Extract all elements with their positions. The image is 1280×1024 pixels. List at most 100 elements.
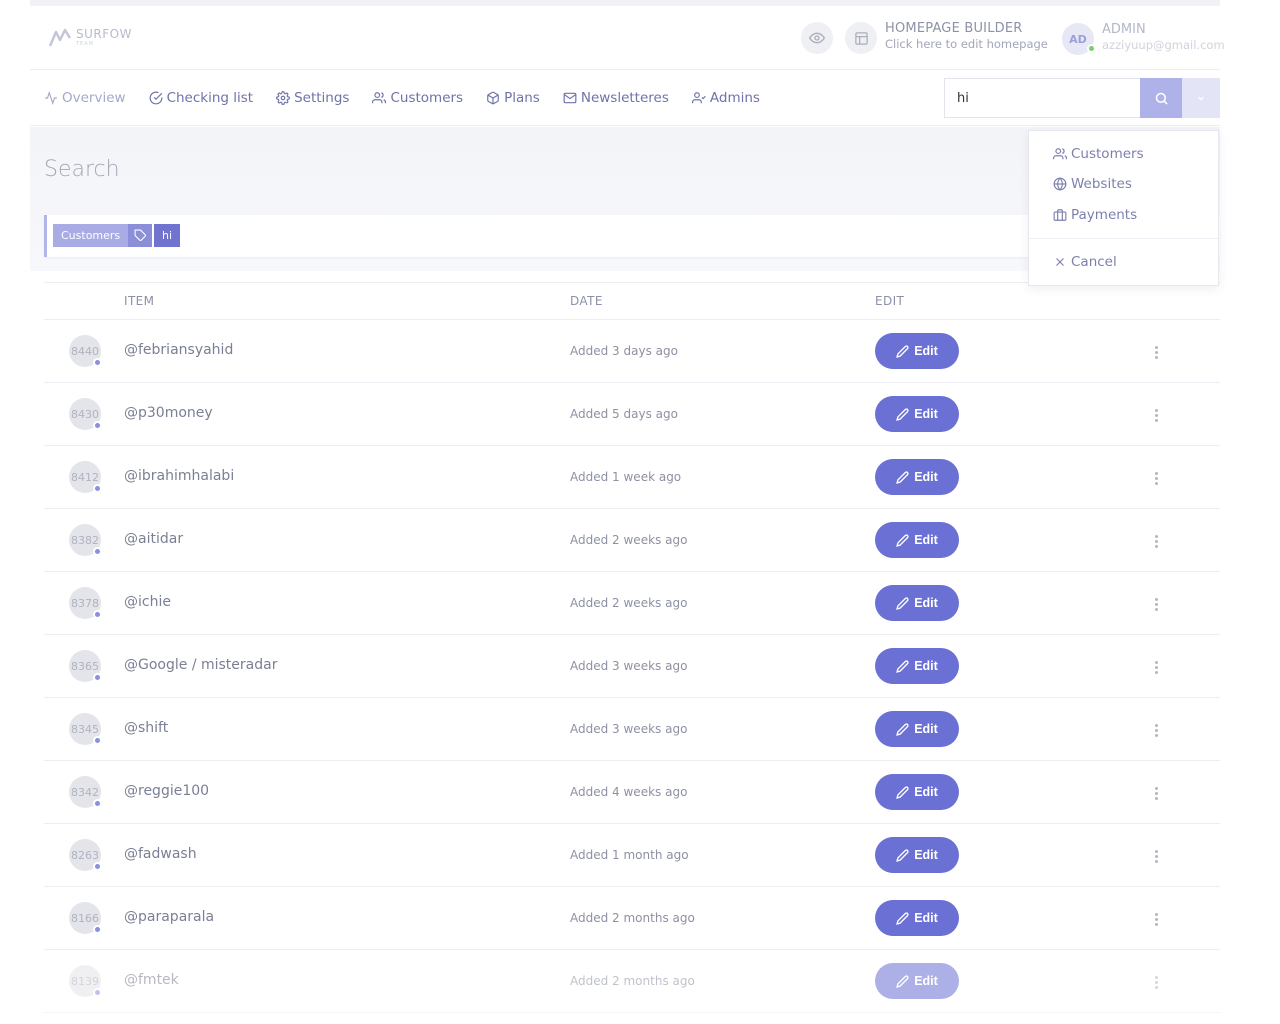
dropdown-item-customers[interactable]: Customers: [1053, 146, 1144, 162]
more-options-icon[interactable]: [1149, 342, 1163, 362]
more-options-icon[interactable]: [1149, 720, 1163, 740]
row-id: 8430: [71, 407, 99, 421]
close-icon: [1056, 258, 1064, 266]
edit-button[interactable]: Edit: [875, 963, 959, 999]
filter-chip-category[interactable]: Customers: [53, 224, 153, 247]
edit-button-label: Edit: [914, 407, 938, 421]
edit-button[interactable]: Edit: [875, 522, 959, 558]
nav-item-overview[interactable]: Overview: [44, 90, 126, 106]
row-avatar: 8378: [69, 587, 102, 619]
row-item[interactable]: @reggie100: [124, 783, 209, 799]
pencil-icon: [896, 407, 909, 421]
row-item[interactable]: @paraparala: [124, 909, 214, 925]
search-bar: [944, 78, 1220, 118]
dropdown-divider: [1029, 238, 1218, 239]
nav-item-checking-list[interactable]: Checking list: [149, 90, 253, 106]
nav-item-newsletteres[interactable]: Newsletteres: [563, 90, 669, 106]
table-row: 8382 @aitidar Added 2 weeks ago Edit: [44, 509, 1220, 572]
dropdown-item-label: Customers: [1071, 146, 1144, 162]
search-category-toggle[interactable]: [1182, 78, 1220, 118]
admin-title: ADMIN: [1102, 22, 1146, 37]
row-date: Added 3 days ago: [570, 344, 678, 358]
nav-item-admins[interactable]: Admins: [691, 90, 760, 106]
search-input[interactable]: [944, 78, 1140, 118]
status-dot: [93, 484, 102, 493]
row-avatar: 8365: [69, 650, 102, 682]
edit-button[interactable]: Edit: [875, 711, 959, 747]
edit-button-label: Edit: [914, 911, 938, 925]
results-table: ITEM DATE EDIT 8440 @febriansyahid Added 3…: [44, 282, 1220, 1013]
edit-button[interactable]: Edit: [875, 774, 959, 810]
online-status-dot: [1087, 44, 1096, 53]
dropdown-item-label: Websites: [1071, 176, 1132, 192]
more-options-icon[interactable]: [1149, 468, 1163, 488]
search-button[interactable]: [1140, 78, 1182, 118]
box-icon: [487, 91, 499, 105]
more-options-icon[interactable]: [1149, 783, 1163, 803]
row-id: 8378: [71, 596, 99, 610]
nav-item-settings[interactable]: Settings: [276, 90, 349, 106]
table-row: 8166 @paraparala Added 2 months ago Edit: [44, 887, 1220, 950]
more-options-icon[interactable]: [1149, 405, 1163, 425]
users-icon: [372, 92, 387, 104]
row-item[interactable]: @ichie: [124, 594, 171, 610]
row-item[interactable]: @fadwash: [124, 846, 197, 862]
homepage-builder-link[interactable]: HOMEPAGE BUILDER Click here to edit home…: [885, 21, 1048, 52]
dropdown-item-payments[interactable]: Payments: [1053, 207, 1137, 223]
row-item[interactable]: @fmtek: [124, 972, 179, 988]
edit-button[interactable]: Edit: [875, 648, 959, 684]
more-options-icon[interactable]: [1149, 846, 1163, 866]
nav-item-label: Customers: [390, 90, 464, 106]
edit-button[interactable]: Edit: [875, 333, 959, 369]
pencil-icon: [896, 722, 909, 736]
row-date: Added 1 week ago: [570, 470, 682, 484]
row-item[interactable]: @ibrahimhalabi: [124, 468, 234, 484]
row-date: Added 2 months ago: [570, 974, 695, 988]
edit-button-label: Edit: [914, 470, 938, 484]
row-id: 8382: [71, 533, 99, 547]
edit-button[interactable]: Edit: [875, 585, 959, 621]
row-item[interactable]: @Google / misteradar: [124, 657, 277, 673]
edit-button[interactable]: Edit: [875, 900, 959, 936]
row-avatar: 8263: [69, 839, 102, 871]
dropdown-item-websites[interactable]: Websites: [1053, 176, 1132, 192]
row-id: 8342: [71, 785, 99, 799]
dropdown-cancel-label: Cancel: [1071, 254, 1117, 270]
activity-icon: [45, 91, 57, 105]
table-row: 8412 @ibrahimhalabi Added 1 week ago Edit: [44, 446, 1220, 509]
edit-button[interactable]: Edit: [875, 396, 959, 432]
row-date: Added 2 weeks ago: [570, 596, 688, 610]
row-item[interactable]: @shift: [124, 720, 168, 736]
row-avatar: 8412: [69, 461, 102, 493]
search-category-dropdown: Customers Websites Payments Cancel: [1028, 130, 1219, 286]
more-options-icon[interactable]: [1149, 531, 1163, 551]
admin-avatar[interactable]: AD: [1062, 23, 1096, 55]
edit-button[interactable]: Edit: [875, 837, 959, 873]
page-title: Search: [44, 157, 120, 182]
preview-button[interactable]: [801, 22, 833, 54]
layout-button[interactable]: [845, 22, 877, 54]
status-dot: [93, 799, 102, 808]
nav-item-customers[interactable]: Customers: [372, 90, 463, 106]
nav-items: Overview Checking list Settings Customer…: [44, 70, 783, 126]
row-avatar: 8430: [69, 398, 102, 430]
col-header-edit: EDIT: [875, 294, 905, 308]
row-avatar: 8382: [69, 524, 102, 556]
logo[interactable]: SURFOW TEAM: [48, 26, 132, 48]
briefcase-icon: [1053, 209, 1067, 221]
more-options-icon[interactable]: [1149, 594, 1163, 614]
more-options-icon[interactable]: [1149, 972, 1163, 992]
more-options-icon[interactable]: [1149, 657, 1163, 677]
more-options-icon[interactable]: [1149, 909, 1163, 929]
row-item[interactable]: @p30money: [124, 405, 213, 421]
row-item[interactable]: @aitidar: [124, 531, 183, 547]
edit-button[interactable]: Edit: [875, 459, 959, 495]
filter-chip-query[interactable]: hi: [154, 224, 181, 247]
check-circle-icon: [149, 91, 162, 105]
row-item[interactable]: @febriansyahid: [124, 342, 233, 358]
pencil-icon: [896, 659, 909, 673]
nav-item-plans[interactable]: Plans: [486, 90, 540, 106]
nav-item-label: Admins: [709, 90, 760, 106]
dropdown-cancel[interactable]: Cancel: [1053, 254, 1117, 270]
admin-info[interactable]: ADMIN azziyuup@gmail.com: [1102, 22, 1225, 53]
